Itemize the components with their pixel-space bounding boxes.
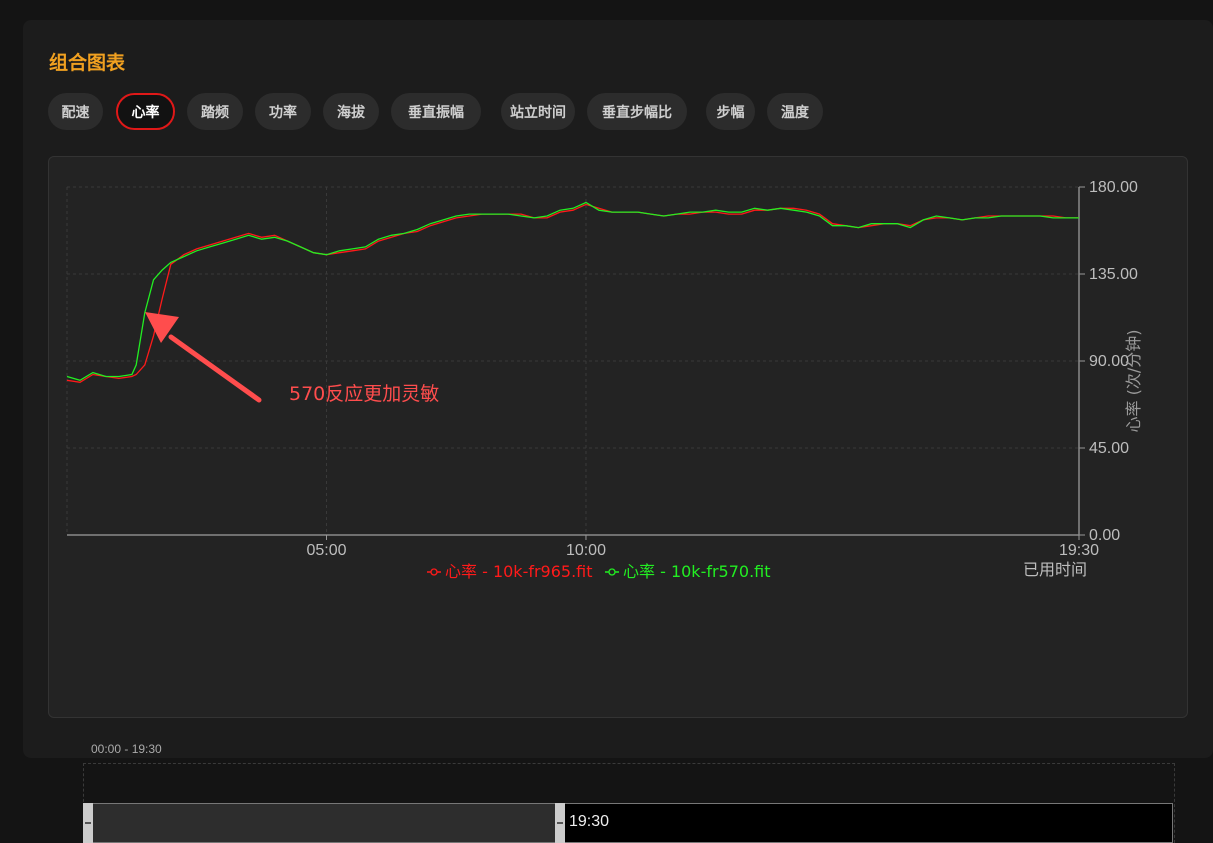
chart-container: 0.00 45.00 90.00 135.00 180.00 05:00 10:00 19:3… xyxy=(48,156,1188,843)
tab-7[interactable]: 站立时间 xyxy=(501,93,575,130)
tab-8[interactable]: 垂直步幅比 xyxy=(587,93,687,130)
y-tick-label: 45.00 xyxy=(1089,440,1129,457)
legend-label-1: 心率 - 10k-fr965.fit xyxy=(445,562,593,581)
tab-10[interactable]: 温度 xyxy=(767,93,823,130)
tab-2[interactable]: 心率 xyxy=(116,93,175,130)
tab-1[interactable]: 配速 xyxy=(48,93,103,130)
x-tick-label: 19:30 xyxy=(1059,542,1099,559)
series-line-2 xyxy=(66,201,1079,382)
y-tick-label: 180.00 xyxy=(1089,179,1138,196)
panel-title: 组合图表 xyxy=(49,52,126,74)
zoom-end-label: 19:30 xyxy=(569,813,610,830)
legend-marker-1 xyxy=(430,568,438,576)
legend-label-2: 心率 - 10k-fr570.fit xyxy=(623,562,771,581)
annotation-text: 570反应更加灵敏 xyxy=(289,383,439,405)
y-axis-label: 心率 (次/分钟) xyxy=(1124,330,1143,433)
combined-chart-panel: 组合图表 配速 心率 踏频 功率 海拔 垂直振幅 站立时间 垂直步幅比 步幅 温度 0.00 45.… xyxy=(23,20,1213,843)
heart-rate-chart: 0.0045.0090.00135.00180.0005:00 10:00 19:3… xyxy=(66,179,1143,581)
tab-5[interactable]: 海拔 xyxy=(323,93,379,130)
x-tick-label: 10:00 xyxy=(566,542,606,559)
tab-3[interactable]: 踏频 xyxy=(187,93,243,130)
y-tick-label: 135.00 xyxy=(1089,266,1138,283)
zoom-range-label: 00:00 - 19:30 xyxy=(91,742,162,756)
zoom-end-handle[interactable] xyxy=(555,803,565,843)
x-axis-label: 已用时间 xyxy=(1023,560,1087,579)
tab-6[interactable]: 垂直振幅 xyxy=(391,93,481,130)
zoom-selected-range[interactable] xyxy=(93,804,555,842)
x-tick-label: 05:00 xyxy=(306,542,346,559)
series-line-1 xyxy=(66,203,1079,383)
annotation-arrow-shaft xyxy=(168,334,262,403)
legend-marker-2 xyxy=(608,568,616,576)
tab-9[interactable]: 步幅 xyxy=(706,93,755,130)
zoom-start-handle[interactable] xyxy=(83,803,93,843)
tab-4[interactable]: 功率 xyxy=(255,93,311,130)
